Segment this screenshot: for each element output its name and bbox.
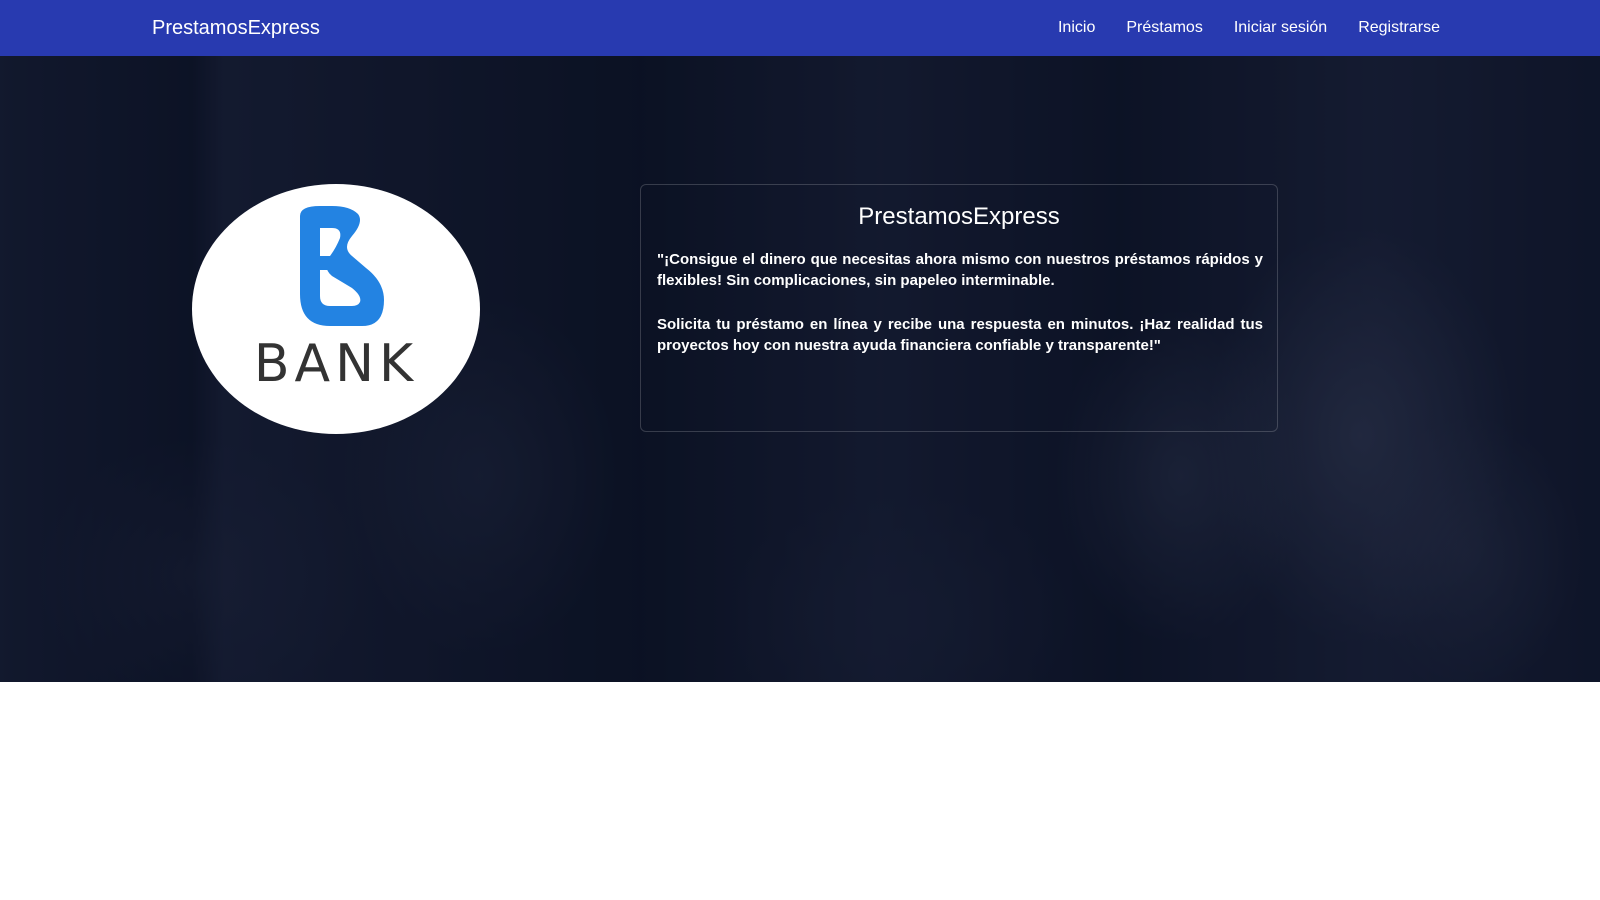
nav-link-prestamos[interactable]: Préstamos xyxy=(1126,16,1202,40)
brand-link[interactable]: PrestamosExpress xyxy=(152,16,320,40)
nav-link-registrarse[interactable]: Registrarse xyxy=(1358,16,1440,40)
hero-section: BANK PrestamosExpress "¡Consigue el dine… xyxy=(0,56,1600,682)
nav-link-iniciar-sesion[interactable]: Iniciar sesión xyxy=(1234,16,1327,40)
card-description: "¡Consigue el dinero que necesitas ahora… xyxy=(657,249,1263,379)
bank-b-icon xyxy=(300,206,384,326)
card-title: PrestamosExpress xyxy=(858,203,1060,230)
nav-link-inicio[interactable]: Inicio xyxy=(1058,16,1095,40)
top-navbar: PrestamosExpress Inicio Préstamos Inicia… xyxy=(0,0,1600,56)
card-paragraph-1: "¡Consigue el dinero que necesitas ahora… xyxy=(657,251,1263,289)
card-paragraph-2: Solicita tu préstamo en línea y recibe u… xyxy=(657,316,1263,354)
intro-card: PrestamosExpress "¡Consigue el dinero qu… xyxy=(640,184,1278,432)
bank-logo-text: BANK xyxy=(253,334,419,394)
nav-links: Inicio Préstamos Iniciar sesión Registra… xyxy=(1027,16,1440,40)
bank-logo: BANK xyxy=(192,184,480,434)
